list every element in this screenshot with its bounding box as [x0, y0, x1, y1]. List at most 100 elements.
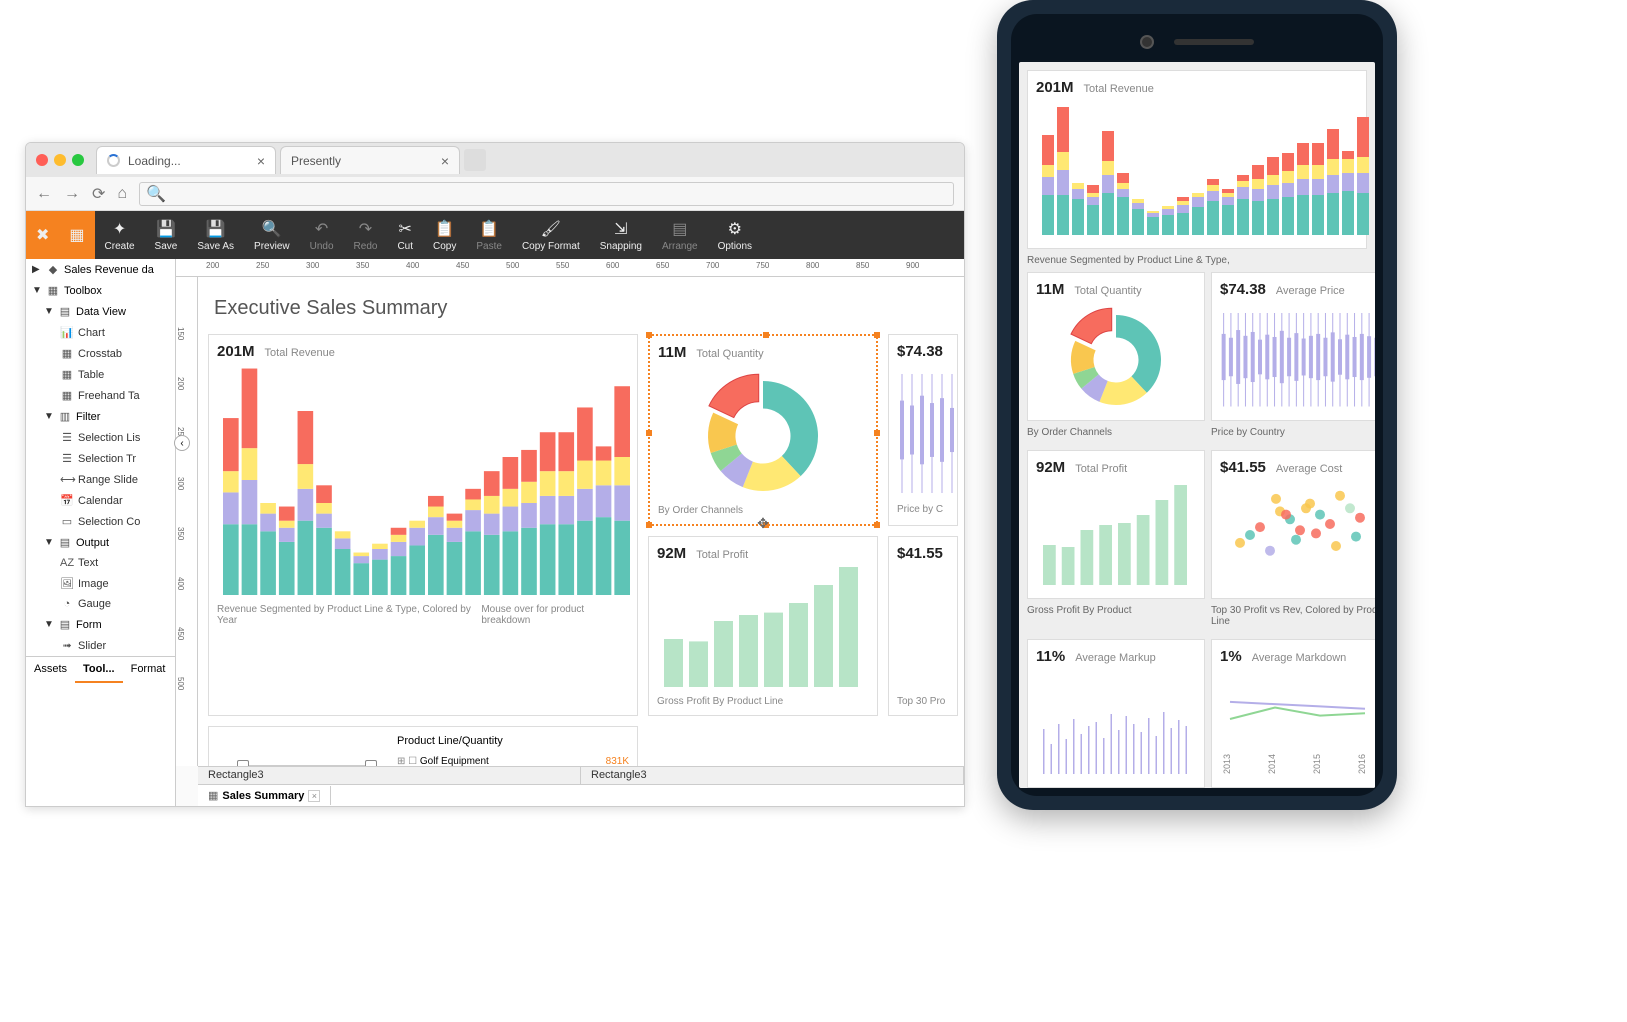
quantity-donut-chart [658, 361, 868, 501]
home-icon[interactable]: ⌂ [117, 185, 127, 203]
preview-button[interactable]: 🔍Preview [244, 211, 300, 259]
tree-item-text[interactable]: AZText [26, 553, 175, 573]
price-candle-chart [897, 360, 957, 500]
product-line-title: Product Line/Quantity [397, 735, 629, 747]
sidebar-tab-assets[interactable]: Assets [26, 657, 75, 683]
reload-icon[interactable]: ⟳ [92, 184, 105, 204]
snapping-button[interactable]: ⇲Snapping [590, 211, 652, 259]
back-icon[interactable]: ← [36, 185, 52, 203]
p-card-cost[interactable]: $41.55Average Cost [1211, 450, 1375, 599]
browser-tab-bar: Loading... × Presently × [26, 143, 964, 177]
p-card-revenue[interactable]: 201MTotal Revenue [1027, 70, 1367, 249]
url-input[interactable]: 🔍 [139, 182, 954, 206]
sidebar-collapse-handle[interactable]: ‹ [174, 435, 190, 451]
browser-tab-presently[interactable]: Presently × [280, 146, 460, 174]
search-icon: 🔍 [146, 184, 166, 204]
tree-item-range-slider[interactable]: ⟷Range Slide [26, 469, 175, 490]
revenue-value: 201M [217, 343, 255, 360]
close-tab-icon[interactable]: × [257, 153, 265, 169]
arrange-button[interactable]: ▤Arrange [652, 211, 708, 259]
undo-button[interactable]: ↶Undo [300, 211, 344, 259]
profit-bar-chart [657, 562, 867, 692]
tree-item-image[interactable]: 🖼Image [26, 573, 175, 594]
dashboard-icon[interactable]: ▦ [59, 211, 94, 259]
close-window-icon[interactable] [36, 154, 48, 166]
tree-group-data-view[interactable]: ▼▤Data View [26, 301, 175, 322]
card-total-revenue[interactable]: 201MTotal Revenue Revenue Segmented by P… [208, 334, 638, 716]
tree-item-table[interactable]: ▦Table [26, 364, 175, 385]
phone-camera-icon [1140, 35, 1154, 49]
p-revenue-chart [1036, 100, 1375, 240]
tree-group-filter[interactable]: ▼▥Filter [26, 406, 175, 427]
sidebar-tab-toolbox[interactable]: Tool... [75, 657, 123, 683]
close-tab-icon[interactable]: × [441, 153, 449, 169]
p-card-markdown[interactable]: 1%Average Markdown 2013201420152016 [1211, 639, 1375, 788]
options-button[interactable]: ⚙Options [708, 211, 762, 259]
tree-item-toolbox[interactable]: ▼▦Toolbox [26, 280, 175, 301]
minimize-window-icon[interactable] [54, 154, 66, 166]
forward-icon[interactable]: → [64, 185, 80, 203]
tree-item-datasource[interactable]: ▶◆Sales Revenue da [26, 259, 175, 280]
address-bar: ← → ⟳ ⌂ 🔍 [26, 177, 964, 211]
tree-group-output[interactable]: ▼▤Output [26, 532, 175, 553]
revenue-label: Total Revenue [265, 347, 335, 359]
move-cursor-icon: ✥ [757, 515, 769, 532]
p-card-markup[interactable]: 11%Average Markup [1027, 639, 1205, 788]
new-tab-button[interactable] [464, 149, 486, 171]
card-product-line[interactable]: 20132016 Product Line/Quantity ⊞ ☐ Golf … [208, 726, 638, 766]
create-button[interactable]: ✦Create [95, 211, 145, 259]
tree-item-selection-tree[interactable]: ☰Selection Tr [26, 448, 175, 469]
p-card-profit[interactable]: 92MTotal Profit [1027, 450, 1205, 599]
phone-speaker-icon [1174, 39, 1254, 45]
tree-item-selection-container[interactable]: ▭Selection Co [26, 511, 175, 532]
svg-text:2016: 2016 [1357, 754, 1367, 774]
revenue-bar-chart [217, 360, 637, 600]
p-markup-chart [1036, 669, 1196, 779]
loading-spinner-icon [107, 154, 120, 167]
copy-button[interactable]: 📋Copy [423, 211, 466, 259]
redo-button[interactable]: ↷Redo [344, 211, 388, 259]
close-doc-icon[interactable]: × [308, 790, 320, 802]
cut-button[interactable]: ✂Cut [387, 211, 423, 259]
p-profit-chart [1036, 480, 1196, 590]
profit-value: 92M [657, 545, 686, 562]
quantity-value: 11M [658, 344, 686, 361]
maximize-window-icon[interactable] [72, 154, 84, 166]
tree-item-calendar[interactable]: 📅Calendar [26, 490, 175, 511]
traffic-lights [36, 154, 84, 166]
doc-tab-sales-summary[interactable]: ▦ Sales Summary × [198, 786, 331, 805]
browser-tab-loading[interactable]: Loading... × [96, 146, 276, 174]
sidebar-tab-format[interactable]: Format [123, 657, 174, 683]
svg-text:2014: 2014 [1267, 754, 1277, 774]
card-total-quantity[interactable]: 11MTotal Quantity By Order Channels ✥ [648, 334, 878, 526]
sidebar-tabs: Assets Tool... Format [26, 656, 175, 683]
logo-icon[interactable]: ✖ [26, 211, 59, 259]
card-average-price[interactable]: $74.38 Price by C [888, 334, 958, 526]
p-quantity-chart [1036, 302, 1196, 412]
browser-window: Loading... × Presently × ← → ⟳ ⌂ 🔍 ✖ ▦ ✦… [25, 142, 965, 807]
price-value: $74.38 [897, 343, 943, 360]
tree-item-chart[interactable]: 📊Chart [26, 322, 175, 343]
tree-item-crosstab[interactable]: ▦Crosstab [26, 343, 175, 364]
p-markdown-chart: 2013201420152016 [1220, 669, 1375, 779]
p-card-price[interactable]: $74.38Average Price [1211, 272, 1375, 421]
p-card-quantity[interactable]: 11MTotal Quantity [1027, 272, 1205, 421]
card-total-profit[interactable]: 92MTotal Profit Gross Profit By Product … [648, 536, 878, 716]
phone-screen: 201MTotal Revenue Revenue Segmented by P… [1019, 62, 1375, 788]
tree-item-selection-list[interactable]: ☰Selection Lis [26, 427, 175, 448]
report-canvas[interactable]: Executive Sales Summary 201M Total Revenu… [198, 277, 964, 766]
page-title: Executive Sales Summary [214, 297, 954, 320]
document-tabs: ▦ Sales Summary × [198, 784, 964, 806]
copy-format-button[interactable]: 🖌Copy Format [512, 211, 590, 259]
save-button[interactable]: 💾Save [145, 211, 188, 259]
save-as-button[interactable]: 💾Save As [187, 211, 244, 259]
tree-group-form[interactable]: ▼▤Form [26, 614, 175, 635]
tree-item-gauge[interactable]: ◔Gauge [26, 594, 175, 614]
paste-button[interactable]: 📋Paste [466, 211, 512, 259]
app-toolbar: ✖ ▦ ✦Create 💾Save 💾Save As 🔍Preview ↶Und… [26, 211, 964, 259]
ruler-horizontal: 2002503003504004505005506006507007508008… [176, 259, 964, 277]
tree-item-slider[interactable]: ➟Slider [26, 635, 175, 656]
tree-item-freehand-table[interactable]: ▦Freehand Ta [26, 385, 175, 406]
card-average-cost[interactable]: $41.55 Top 30 Pro [888, 536, 958, 716]
p-price-chart [1220, 302, 1375, 412]
